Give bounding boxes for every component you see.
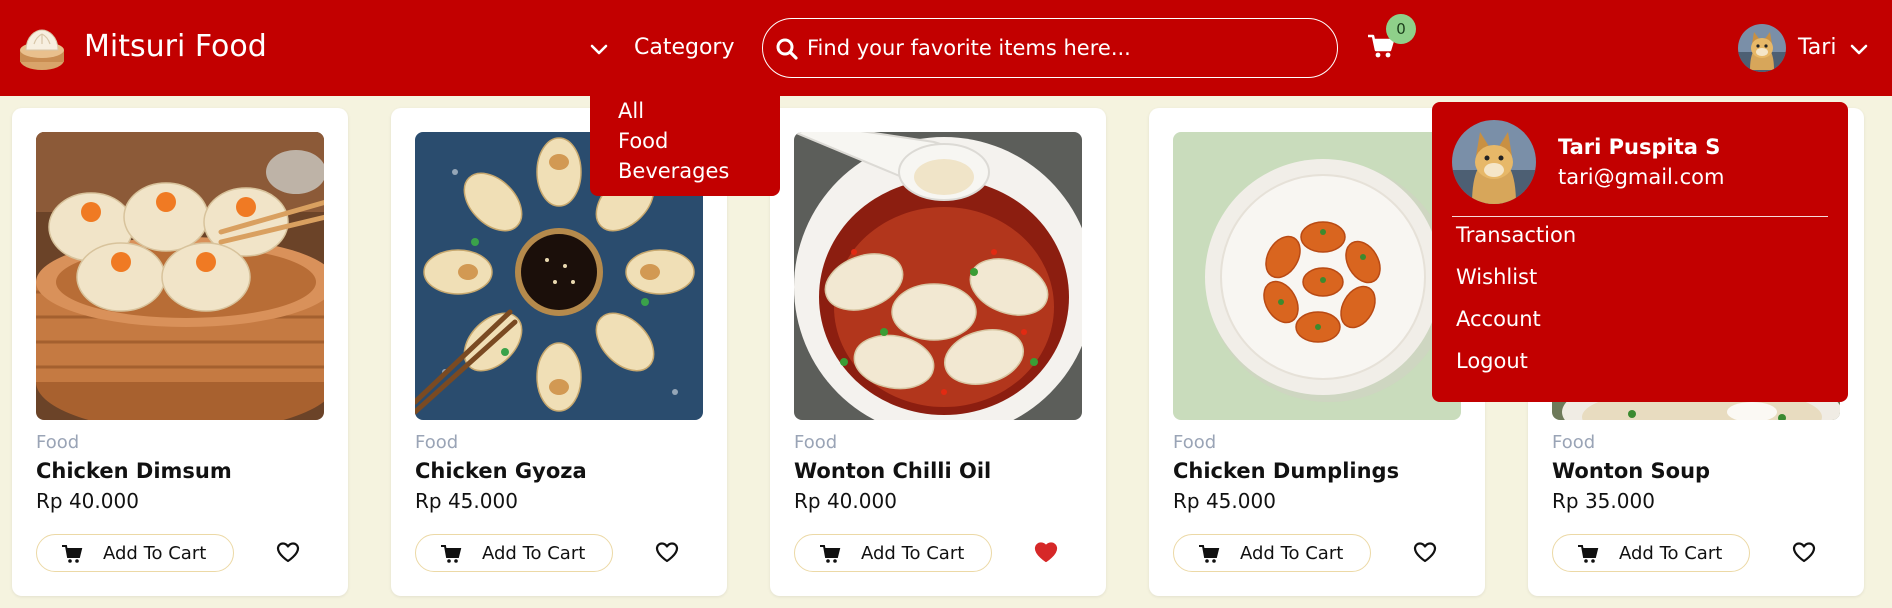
category-option-all[interactable]: All <box>618 96 644 126</box>
product-card[interactable]: Food Chicken Dimsum Rp 40.000 Add To Car… <box>12 108 348 596</box>
add-to-cart-label: Add To Cart <box>103 543 207 564</box>
wishlist-heart-icon[interactable] <box>1792 541 1816 563</box>
product-category: Food <box>415 432 459 453</box>
product-category: Food <box>794 432 838 453</box>
navbar: Mitsuri Food Category 0 Tari <box>0 0 1892 96</box>
wishlist-heart-icon[interactable] <box>1413 541 1437 563</box>
dimsum-logo-icon[interactable] <box>16 22 68 74</box>
user-name[interactable]: Tari <box>1798 32 1836 64</box>
chevron-down-icon[interactable] <box>1848 38 1870 60</box>
product-category: Food <box>36 432 80 453</box>
menu-item-logout[interactable]: Logout <box>1456 346 1528 376</box>
add-to-cart-label: Add To Cart <box>1240 543 1344 564</box>
user-avatar[interactable] <box>1738 24 1786 72</box>
add-to-cart-button[interactable]: Add To Cart <box>1173 534 1371 572</box>
search-input[interactable] <box>807 31 1307 65</box>
product-price: Rp 40.000 <box>36 489 139 513</box>
user-dropdown-menu: Tari Puspita S tari@gmail.com Transactio… <box>1432 102 1848 402</box>
category-option-food[interactable]: Food <box>618 126 668 156</box>
user-email: tari@gmail.com <box>1558 165 1725 189</box>
add-to-cart-label: Add To Cart <box>861 543 965 564</box>
chevron-down-icon[interactable] <box>588 38 610 60</box>
search-bar[interactable] <box>762 18 1338 78</box>
cart-icon <box>61 544 83 564</box>
wishlist-heart-icon[interactable] <box>1034 541 1058 563</box>
cart-icon <box>819 544 841 564</box>
cart-icon <box>440 544 462 564</box>
product-card[interactable]: Food Wonton Chilli Oil Rp 40.000 Add To … <box>770 108 1106 596</box>
product-name[interactable]: Chicken Dimsum <box>36 456 232 486</box>
wishlist-heart-icon[interactable] <box>276 541 300 563</box>
wishlist-heart-icon[interactable] <box>655 541 679 563</box>
product-price: Rp 35.000 <box>1552 489 1655 513</box>
product-category: Food <box>1552 432 1596 453</box>
add-to-cart-button[interactable]: Add To Cart <box>1552 534 1750 572</box>
user-full-name: Tari Puspita S <box>1558 135 1721 159</box>
product-name[interactable]: Wonton Soup <box>1552 456 1710 486</box>
add-to-cart-label: Add To Cart <box>1619 543 1723 564</box>
category-dropdown-toggle[interactable]: Category <box>634 32 735 64</box>
product-name[interactable]: Chicken Dumplings <box>1173 456 1399 486</box>
menu-divider <box>1452 216 1828 217</box>
product-category: Food <box>1173 432 1217 453</box>
category-dropdown-menu: All Food Beverages <box>590 88 780 196</box>
product-name[interactable]: Wonton Chilli Oil <box>794 456 991 486</box>
brand-name[interactable]: Mitsuri Food <box>84 26 267 68</box>
add-to-cart-button[interactable]: Add To Cart <box>415 534 613 572</box>
product-image[interactable] <box>36 132 324 420</box>
add-to-cart-label: Add To Cart <box>482 543 586 564</box>
product-price: Rp 45.000 <box>1173 489 1276 513</box>
search-icon <box>774 36 800 62</box>
product-price: Rp 45.000 <box>415 489 518 513</box>
product-name[interactable]: Chicken Gyoza <box>415 456 587 486</box>
menu-item-wishlist[interactable]: Wishlist <box>1456 262 1537 292</box>
add-to-cart-button[interactable]: Add To Cart <box>36 534 234 572</box>
category-option-beverages[interactable]: Beverages <box>618 156 729 186</box>
product-image[interactable] <box>1173 132 1461 420</box>
product-price: Rp 40.000 <box>794 489 897 513</box>
user-avatar <box>1452 120 1536 204</box>
product-image[interactable] <box>794 132 1082 420</box>
cart-icon <box>1198 544 1220 564</box>
menu-item-account[interactable]: Account <box>1456 304 1541 334</box>
add-to-cart-button[interactable]: Add To Cart <box>794 534 992 572</box>
cart-icon <box>1577 544 1599 564</box>
menu-item-transaction[interactable]: Transaction <box>1456 220 1576 250</box>
cart-count-badge: 0 <box>1386 14 1416 44</box>
